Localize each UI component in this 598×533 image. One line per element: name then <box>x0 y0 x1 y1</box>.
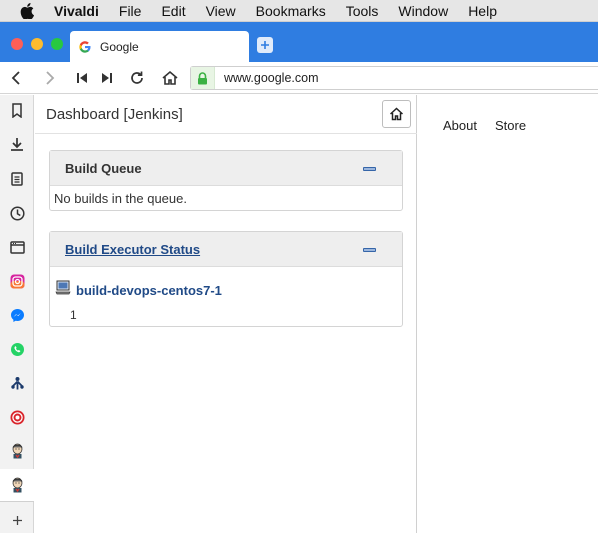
window-panel-icon[interactable] <box>8 238 26 256</box>
menu-help[interactable]: Help <box>468 3 497 19</box>
build-queue-collapse-button[interactable] <box>363 167 376 171</box>
build-queue-widget: Build Queue No builds in the queue. <box>49 150 403 211</box>
lock-icon[interactable] <box>191 67 215 89</box>
whatsapp-icon[interactable] <box>8 340 26 358</box>
notes-icon[interactable] <box>8 170 26 188</box>
tab-bar: Google <box>0 22 598 62</box>
build-queue-message: No builds in the queue. <box>54 191 187 206</box>
about-link[interactable]: About <box>443 118 477 133</box>
panel-home-button[interactable] <box>382 100 411 128</box>
side-panel-strip <box>0 95 34 533</box>
executor-node[interactable]: build-devops-centos7-1 <box>55 280 222 300</box>
tab-title: Google <box>100 39 139 54</box>
messenger-icon[interactable] <box>8 306 26 324</box>
bookmark-icon[interactable] <box>8 101 26 119</box>
page-content: About Store <box>418 95 598 533</box>
executor-status-widget: Build Executor Status build-devops-cento… <box>49 231 403 327</box>
browser-window: Vivaldi File Edit View Bookmarks Tools W… <box>0 0 598 533</box>
home-icon[interactable] <box>160 68 180 88</box>
menu-bar: Vivaldi File Edit View Bookmarks Tools W… <box>0 0 598 22</box>
executor-node-name[interactable]: build-devops-centos7-1 <box>76 283 222 298</box>
web-panel-header: Dashboard [Jenkins] <box>35 95 417 134</box>
store-link[interactable]: Store <box>495 118 526 133</box>
jenkins-panel-icon[interactable] <box>8 476 26 494</box>
zoom-window-button[interactable] <box>51 38 63 50</box>
menu-view[interactable]: View <box>206 3 236 19</box>
sidebar-divider <box>0 501 34 502</box>
fast-forward-icon[interactable] <box>97 68 117 88</box>
tab-google[interactable]: Google <box>70 31 249 62</box>
back-icon[interactable] <box>6 68 26 88</box>
menu-edit[interactable]: Edit <box>161 3 185 19</box>
menu-file[interactable]: File <box>119 3 142 19</box>
minimize-window-button[interactable] <box>31 38 43 50</box>
reload-icon[interactable] <box>127 68 147 88</box>
executor-status-header: Build Executor Status <box>50 232 402 267</box>
jenkins-icon[interactable] <box>8 442 26 460</box>
build-queue-header: Build Queue <box>50 151 402 186</box>
downloads-icon[interactable] <box>8 135 26 153</box>
web-panel-title: Dashboard [Jenkins] <box>46 106 183 123</box>
add-panel-plus-icon[interactable] <box>8 511 26 529</box>
menu-tools[interactable]: Tools <box>346 3 379 19</box>
build-queue-title: Build Queue <box>65 161 142 176</box>
new-tab-plus-icon[interactable] <box>257 37 273 53</box>
computer-icon <box>55 280 71 300</box>
close-window-button[interactable] <box>11 38 23 50</box>
executor-status-link[interactable]: Build Executor Status <box>65 242 200 257</box>
executor-status-collapse-button[interactable] <box>363 248 376 252</box>
address-field[interactable]: www.google.com <box>190 66 598 90</box>
google-g-icon <box>79 40 91 53</box>
executor-number: 1 <box>70 308 77 322</box>
menu-window[interactable]: Window <box>398 3 448 19</box>
target-app-icon[interactable] <box>8 408 26 426</box>
apple-icon[interactable] <box>20 2 36 19</box>
people-network-icon[interactable] <box>8 374 26 392</box>
web-panel: Dashboard [Jenkins] Build Queue No build… <box>35 95 417 533</box>
menu-bookmarks[interactable]: Bookmarks <box>256 3 326 19</box>
menu-app-vivaldi[interactable]: Vivaldi <box>54 3 99 19</box>
instagram-icon[interactable] <box>8 272 26 290</box>
rewind-icon[interactable] <box>72 68 92 88</box>
history-clock-icon[interactable] <box>8 204 26 222</box>
url-text: www.google.com <box>224 71 319 85</box>
forward-icon[interactable] <box>40 68 60 88</box>
address-bar-row: www.google.com <box>0 62 598 94</box>
